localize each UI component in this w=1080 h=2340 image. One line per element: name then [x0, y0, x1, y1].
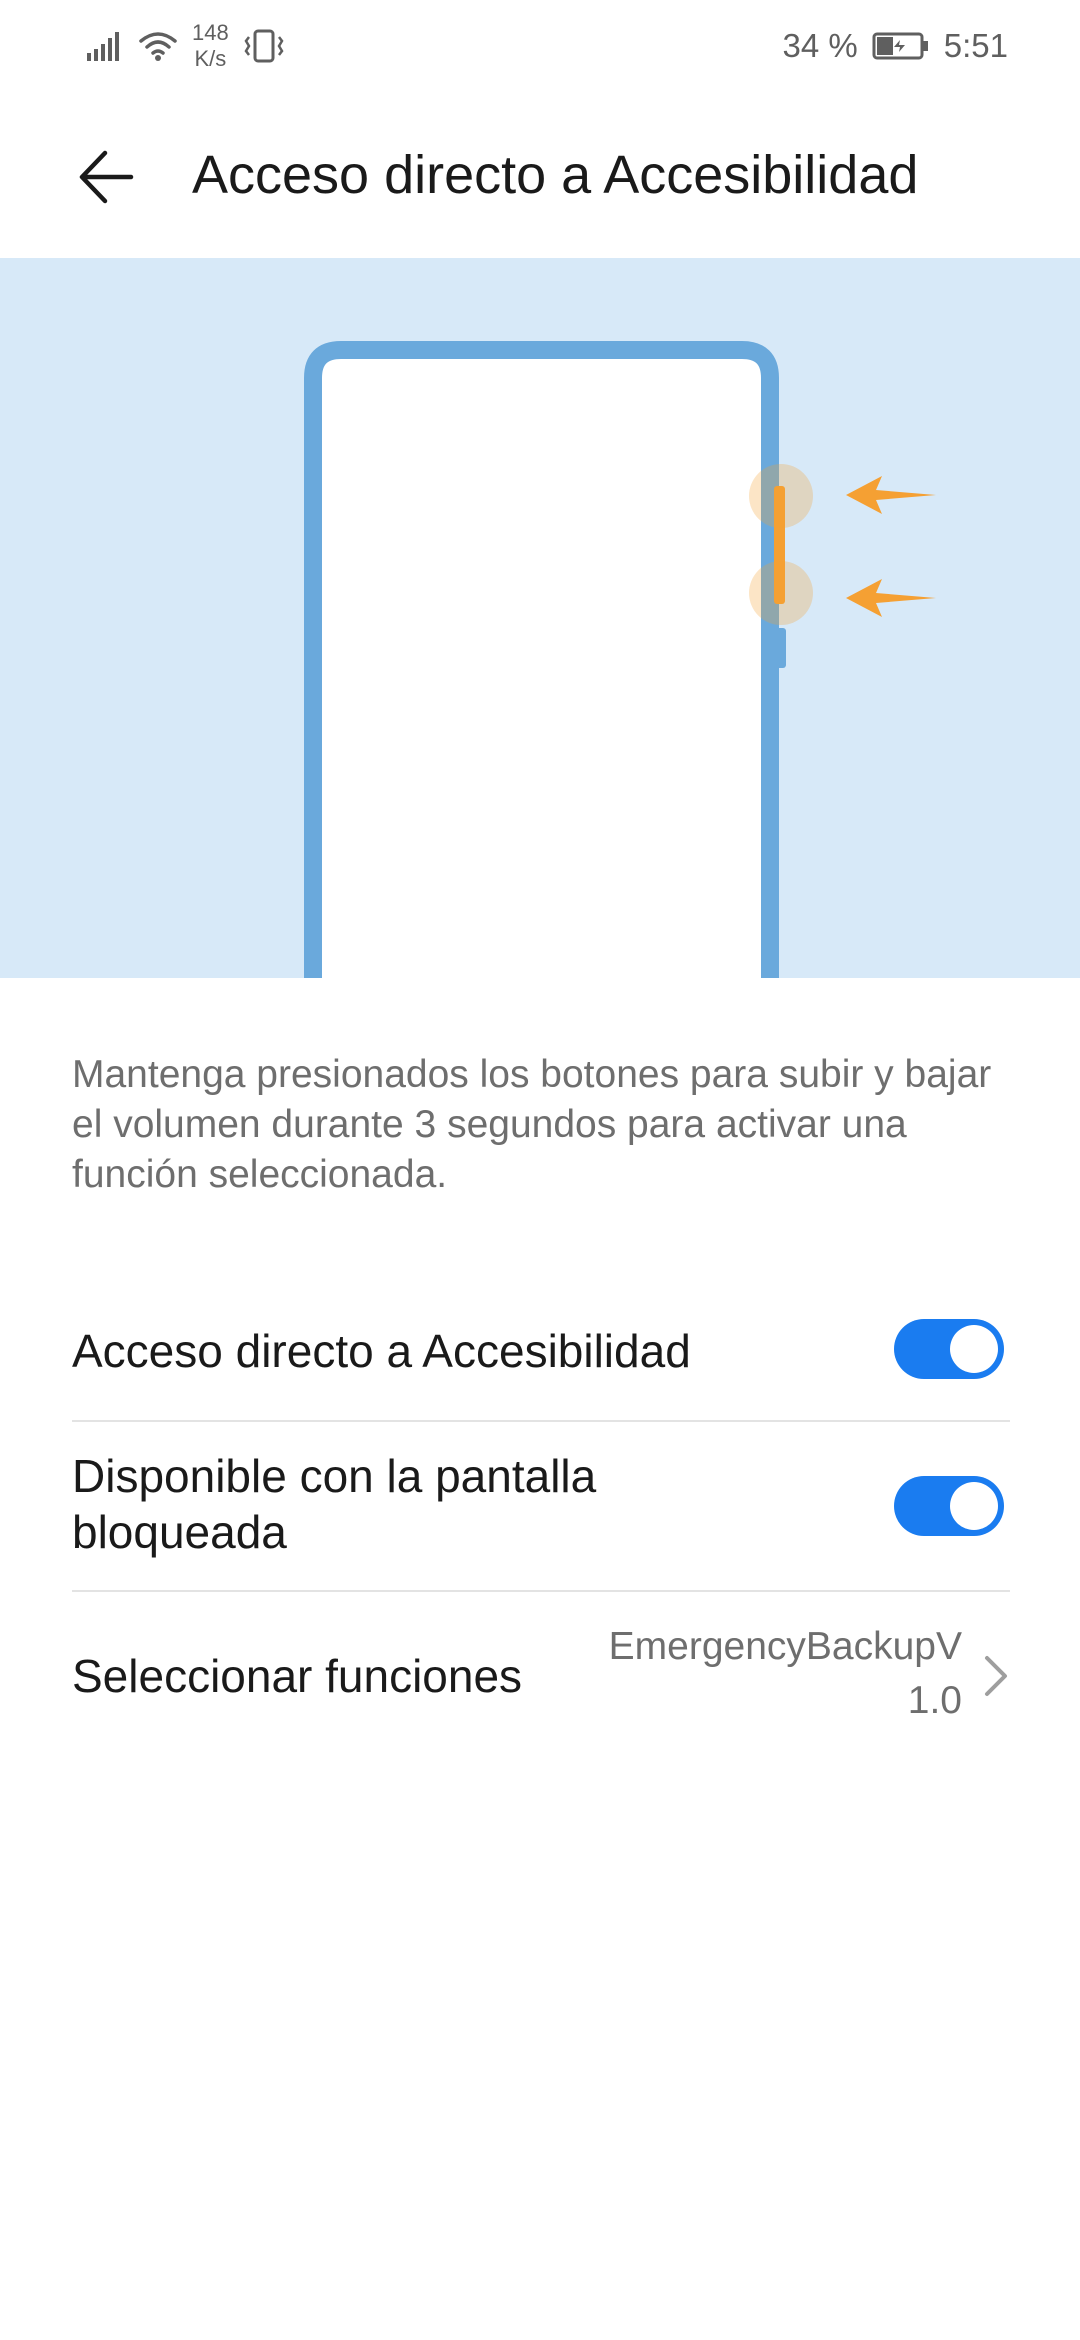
arrow-back-icon	[79, 150, 134, 204]
power-button	[772, 628, 786, 668]
lock-screen-label-line2: bloqueada	[72, 1506, 287, 1558]
select-functions-value-line2: 1.0	[907, 1679, 962, 1722]
battery-percent: 34 %	[782, 27, 858, 64]
status-left: 148 K/s	[86, 18, 285, 74]
volume-down-highlight	[749, 561, 813, 625]
select-functions-value: EmergencyBackupV 1.0	[609, 1620, 962, 1728]
shortcut-label: Acceso directo a Accesibilidad	[72, 1325, 691, 1377]
select-functions-label: Seleccionar funciones	[72, 1650, 523, 1702]
phone-outline	[304, 341, 779, 978]
page-title: Acceso directo a Accesibilidad	[192, 145, 919, 205]
network-speed-value: 148	[192, 20, 229, 45]
phone-volume-illustration	[304, 341, 936, 978]
shortcut-row[interactable]: Acceso directo a Accesibilidad	[72, 1285, 1010, 1422]
toggle-knob	[950, 1482, 998, 1530]
settings-list: Acceso directo a Accesibilidad Disponibl…	[72, 1285, 1010, 1760]
app-bar: Acceso directo a Accesibilidad	[0, 90, 1080, 258]
arrow-left-icon	[846, 476, 936, 514]
arrow-left-icon	[846, 579, 936, 617]
clock: 5:51	[943, 27, 1008, 64]
volume-up-highlight	[749, 464, 813, 528]
signal-icon	[87, 32, 119, 61]
battery-charging-icon	[872, 32, 928, 60]
shortcut-toggle[interactable]	[894, 1319, 1004, 1379]
lock-screen-row[interactable]: Disponible con la pantalla bloqueada	[72, 1422, 1010, 1592]
vibrate-icon	[244, 29, 284, 63]
toggle-knob	[950, 1325, 998, 1373]
network-speed: 148 K/s	[192, 20, 229, 72]
lock-screen-toggle[interactable]	[894, 1476, 1004, 1536]
wifi-icon	[139, 32, 177, 61]
illustration-panel	[0, 258, 1080, 978]
status-bar: 148 K/s 34 % 5:51	[0, 0, 1080, 90]
chevron-right-icon	[985, 1656, 1007, 1696]
select-functions-row[interactable]: Seleccionar funciones EmergencyBackupV 1…	[72, 1592, 1010, 1760]
select-functions-value-line1: EmergencyBackupV	[608, 1625, 962, 1668]
lock-screen-label-line1: Disponible con la pantalla	[72, 1450, 597, 1502]
accessibility-shortcut-screen: 148 K/s 34 % 5:51 Acceso directo a Acces…	[0, 0, 1080, 2340]
lock-screen-label: Disponible con la pantalla bloqueada	[72, 1448, 596, 1560]
back-button[interactable]	[62, 132, 152, 222]
description-text: Mantenga presionados los botones para su…	[72, 1053, 992, 1196]
status-right: 34 % 5:51	[783, 18, 1008, 74]
network-speed-unit: K/s	[194, 46, 227, 71]
